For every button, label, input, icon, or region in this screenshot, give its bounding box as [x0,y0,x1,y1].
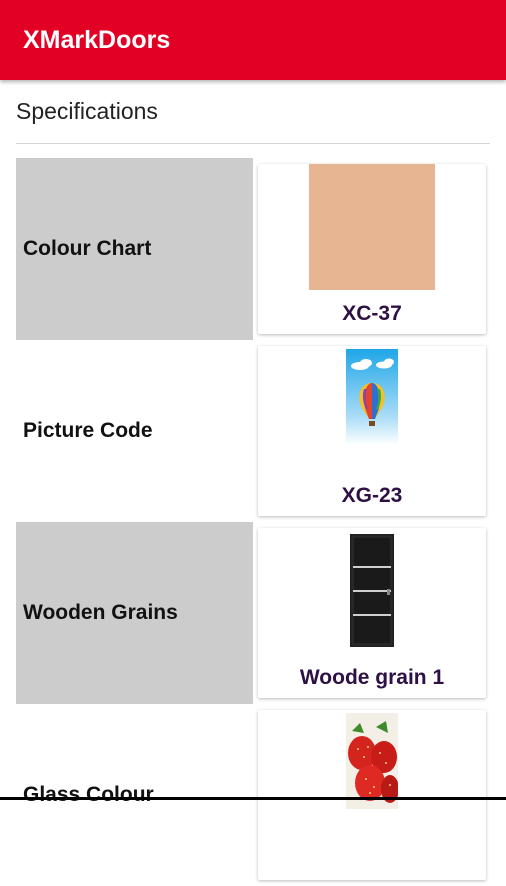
app-bar: XMarkDoors [0,0,506,80]
spec-row-colour-chart: Colour Chart XC-37 [16,158,490,340]
card-caption: XC-37 [342,302,402,325]
black-door-picture [350,534,394,647]
app-title: XMarkDoors [23,26,171,54]
spec-label: Colour Chart [23,237,152,260]
spec-label: Picture Code [23,419,153,442]
spec-row-glass-colour: Glass Colour [16,704,490,886]
spec-label: Wooden Grains [23,601,178,624]
spec-row-picture-code: Picture Code XG-23 [16,340,490,522]
hot-air-balloon-picture [346,349,398,445]
spec-label: Glass Colour [23,783,154,806]
wooden-grain-card[interactable]: Woode grain 1 [258,528,486,698]
section-divider [16,143,490,144]
spec-row-wooden-grains: Wooden Grains Woode grain 1 [16,522,490,704]
colour-swatch-image [309,164,435,290]
spec-label-cell: Glass Colour [16,704,253,886]
colour-chart-card[interactable]: XC-37 [258,164,486,334]
strawberries-picture [346,713,398,809]
card-caption: XG-23 [341,484,403,507]
spec-label-cell: Wooden Grains [16,522,253,704]
picture-code-card[interactable]: XG-23 [258,346,486,516]
glass-colour-card[interactable] [258,710,486,880]
section-title: Specifications [16,98,158,124]
spec-label-cell: Colour Chart [16,158,253,340]
spec-label-cell: Picture Code [16,340,253,522]
card-caption: Woode grain 1 [299,666,445,689]
